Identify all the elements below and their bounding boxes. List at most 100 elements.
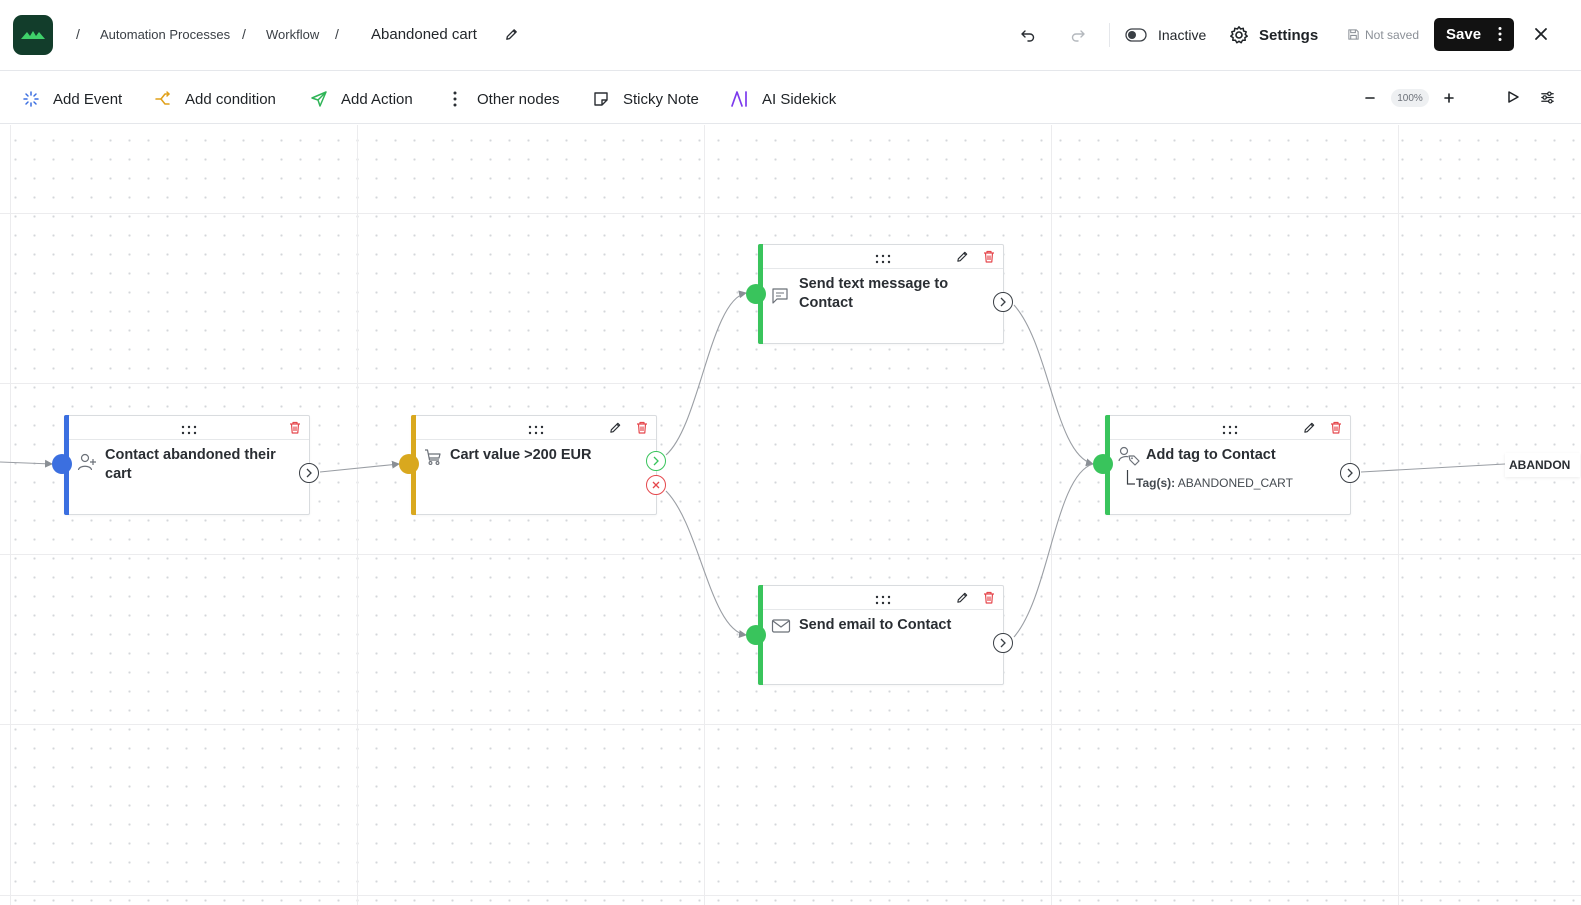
send-icon: [309, 89, 329, 109]
play-icon[interactable]: [1506, 90, 1520, 104]
sticky-note-button[interactable]: Sticky Note: [591, 89, 699, 109]
save-state-icon: [1347, 28, 1360, 41]
gear-icon[interactable]: [1229, 25, 1249, 45]
node-title: Contact abandoned their cart: [105, 447, 276, 482]
breadcrumb-separator: /: [242, 26, 246, 42]
node-title: Send text message to Contact: [799, 276, 949, 311]
mail-icon: [771, 618, 791, 639]
divider: [1109, 23, 1110, 47]
redo-icon[interactable]: [1070, 27, 1086, 43]
next-node-chip[interactable]: ABANDON: [1505, 453, 1581, 477]
undo-icon[interactable]: [1020, 27, 1036, 43]
true-output-port[interactable]: [646, 451, 666, 471]
edge-condition-email: [665, 490, 747, 638]
node-title: Add tag to Contact: [1146, 447, 1276, 463]
zoom-level[interactable]: 100%: [1391, 89, 1429, 107]
delete-icon[interactable]: [983, 250, 995, 268]
branch-icon: [153, 89, 173, 109]
breadcrumb-workflow[interactable]: Workflow: [266, 27, 319, 42]
edge-condition-sms: [665, 290, 747, 456]
ai-sidekick-button[interactable]: AI Sidekick: [730, 89, 836, 109]
edge-sms-tag: [1013, 304, 1094, 467]
drag-handle-icon[interactable]: [875, 251, 891, 269]
output-port[interactable]: [299, 463, 319, 483]
output-port[interactable]: [1340, 463, 1360, 483]
sparkle-icon: [21, 89, 41, 109]
breadcrumb-separator: /: [76, 26, 80, 42]
tag-label: Tag(s):: [1136, 476, 1176, 490]
status-label: Inactive: [1158, 27, 1207, 43]
message-icon: [771, 287, 789, 310]
note-icon: [591, 89, 611, 109]
add-condition-label: Add condition: [185, 90, 276, 108]
input-port[interactable]: [52, 454, 72, 474]
add-action-label: Add Action: [341, 90, 413, 108]
input-port[interactable]: [1093, 454, 1113, 474]
add-event-button[interactable]: Add Event: [21, 89, 122, 109]
input-port[interactable]: [399, 454, 419, 474]
delete-icon[interactable]: [636, 421, 648, 439]
other-nodes-button[interactable]: Other nodes: [445, 89, 560, 109]
input-port[interactable]: [746, 625, 766, 645]
breadcrumb-separator: /: [335, 26, 339, 42]
sliders-icon[interactable]: [1540, 90, 1555, 105]
zoom-out-icon[interactable]: [1364, 92, 1376, 104]
sticky-note-label: Sticky Note: [623, 90, 699, 108]
input-port[interactable]: [746, 284, 766, 304]
tag-user-icon: [1118, 446, 1140, 471]
active-toggle[interactable]: [1125, 28, 1147, 42]
logo-icon: [21, 31, 45, 39]
workflow-name: Abandoned cart: [371, 26, 477, 43]
node-send-email[interactable]: Send email to Contact: [758, 585, 1004, 685]
edit-icon[interactable]: [609, 421, 622, 439]
add-action-button[interactable]: Add Action: [309, 89, 413, 109]
drag-handle-icon[interactable]: [528, 422, 544, 440]
node-trigger[interactable]: Contact abandoned their cart: [64, 415, 310, 515]
settings-button[interactable]: Settings: [1259, 27, 1318, 44]
node-title: Cart value >200 EUR: [450, 447, 592, 463]
delete-icon[interactable]: [289, 421, 301, 439]
edge-email-tag: [1013, 463, 1094, 638]
delete-icon[interactable]: [1330, 421, 1342, 439]
edge-tag-next: [1360, 463, 1506, 473]
edit-name-icon[interactable]: [504, 27, 519, 42]
save-state-label: Not saved: [1365, 28, 1420, 42]
false-output-port[interactable]: [646, 475, 666, 495]
other-nodes-label: Other nodes: [477, 90, 560, 108]
edit-icon[interactable]: [956, 250, 969, 268]
edit-icon[interactable]: [956, 591, 969, 609]
drag-handle-icon[interactable]: [875, 592, 891, 610]
output-port[interactable]: [993, 633, 1013, 653]
zoom-in-icon[interactable]: [1443, 92, 1455, 104]
edit-icon[interactable]: [1303, 421, 1316, 439]
node-send-sms[interactable]: Send text message to Contact: [758, 244, 1004, 344]
cart-icon: [424, 448, 442, 471]
top-bar: / Automation Processes / Workflow / Aban…: [0, 0, 1581, 71]
save-button[interactable]: Save: [1434, 18, 1514, 51]
tree-connector: [1126, 470, 1135, 485]
node-condition[interactable]: Cart value >200 EUR: [411, 415, 657, 515]
drag-handle-icon[interactable]: [1222, 422, 1238, 440]
save-button-label: Save: [1446, 26, 1482, 43]
node-title: Send email to Contact: [799, 617, 952, 633]
user-plus-icon: [77, 453, 97, 476]
output-port[interactable]: [993, 292, 1013, 312]
app-logo[interactable]: [13, 15, 53, 55]
edge-trigger-condition: [319, 460, 400, 473]
add-event-label: Add Event: [53, 90, 123, 108]
add-condition-button[interactable]: Add condition: [153, 89, 276, 109]
edge-entry: [0, 459, 53, 468]
breadcrumb-automation-processes[interactable]: Automation Processes: [100, 27, 230, 42]
tag-value: ABANDONED_CART: [1177, 476, 1293, 490]
tag-list: Tag(s): ABANDONED_CART: [1136, 476, 1293, 490]
node-add-tag[interactable]: Add tag to Contact Tag(s): ABANDONED_CAR…: [1105, 415, 1351, 515]
ai-sidekick-label: AI Sidekick: [762, 90, 837, 108]
close-icon[interactable]: [1534, 27, 1548, 41]
vertical-dots-icon: [445, 89, 465, 109]
delete-icon[interactable]: [983, 591, 995, 609]
drag-handle-icon[interactable]: [181, 422, 197, 440]
more-options-icon[interactable]: [1498, 26, 1502, 47]
ai-icon: [730, 89, 750, 109]
workflow-canvas[interactable]: Contact abandoned their cart Cart value …: [0, 125, 1581, 905]
node-toolbar: Add Event Add condition Add Action Other…: [0, 72, 1581, 124]
